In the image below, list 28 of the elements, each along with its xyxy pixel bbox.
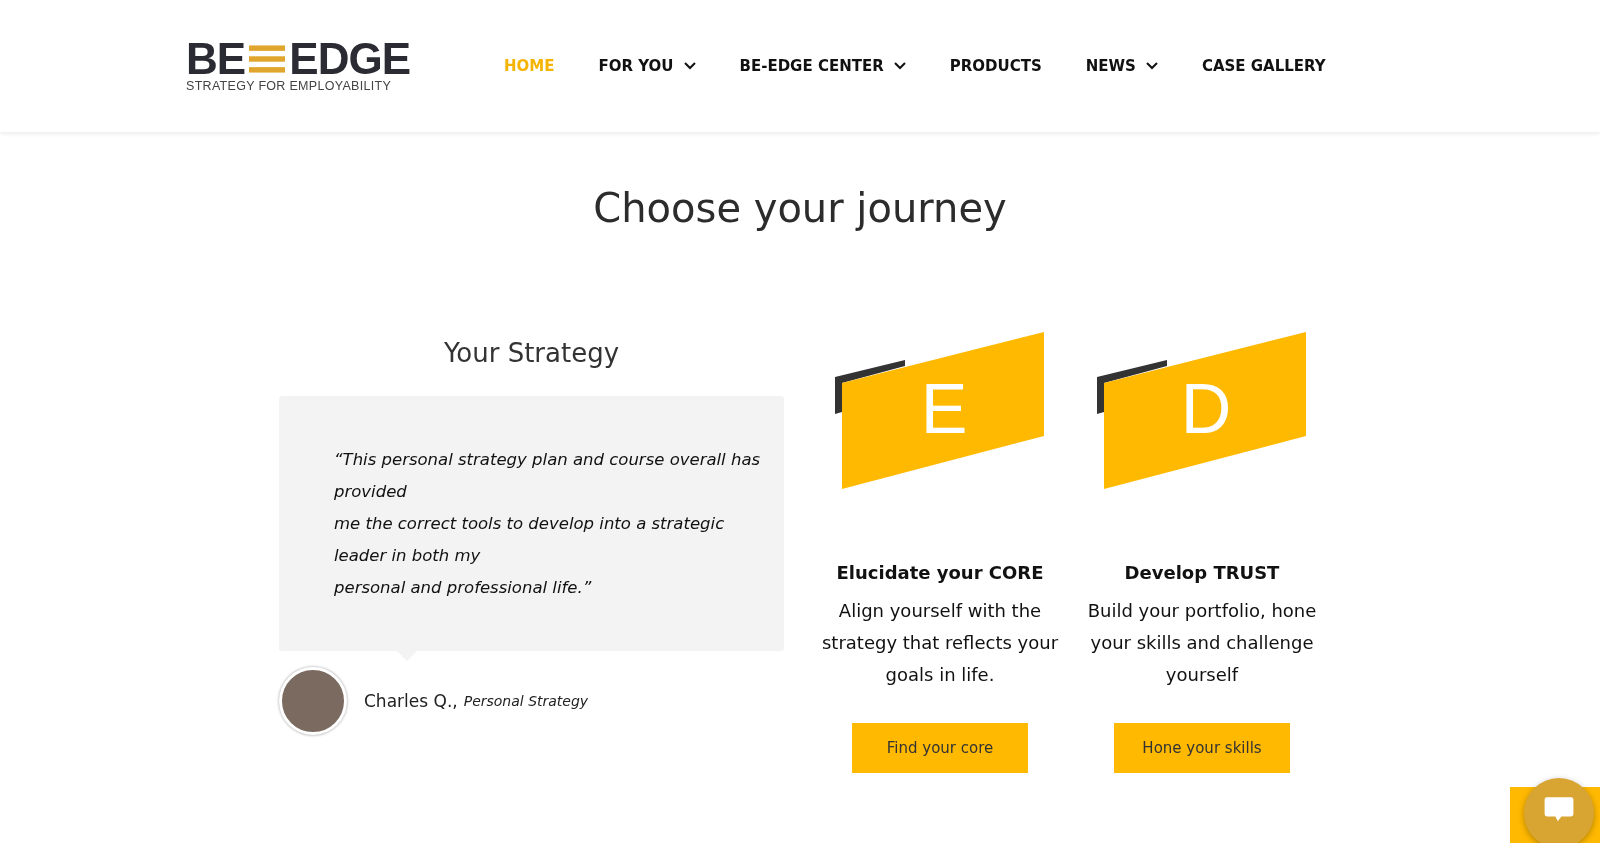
testimonial-heading: Your Strategy [442,338,621,368]
card-button[interactable]: Find your core [852,723,1028,773]
nav-link[interactable]: FOR YOU [598,57,696,75]
section-heading: Choose your journey [592,184,1008,232]
card-title: Develop TRUST [1124,562,1280,583]
graphic-letter: D [1179,374,1233,444]
graphic-letter: E [919,374,969,444]
nav-link[interactable]: NEWS [1085,57,1158,75]
card-title: Elucidate your CORE [836,562,1044,583]
card-description: Align yourself with the strategy that reflects your goals in life. [820,599,1060,687]
card-button[interactable]: Hone your skills [1114,723,1290,773]
nav-link[interactable]: PRODUCTS [949,57,1042,75]
author-role: Personal Strategy [463,693,589,709]
author-name: Charles Q., [364,691,458,711]
nav-link[interactable]: BE-EDGE CENTER [739,57,906,75]
logo-tagline: STRATEGY FOR EMPLOYABILITY [186,79,393,93]
testimonial-quote: “This personal strategy plan and course overall has provided me the correct tools to develop into a strategic leader in both my personal and professional life.” [334,449,762,599]
chevron-down-icon [683,62,696,70]
logo[interactable]: BE EDGE STRATEGY FOR EMPLOYABILITY [186,39,410,93]
logo-bars-icon [249,42,286,76]
logo-text: BE [186,39,246,79]
nav-link[interactable]: CASE GALLERY [1201,57,1326,75]
chevron-down-icon [893,62,906,70]
chevron-down-icon [1145,62,1158,70]
logo-text: EDGE [289,39,410,79]
card-description: Build your portfolio, hone your skills and challenge yourself [1086,599,1318,687]
avatar-photo-placeholder [279,667,347,735]
chat-button[interactable] [1524,778,1594,843]
